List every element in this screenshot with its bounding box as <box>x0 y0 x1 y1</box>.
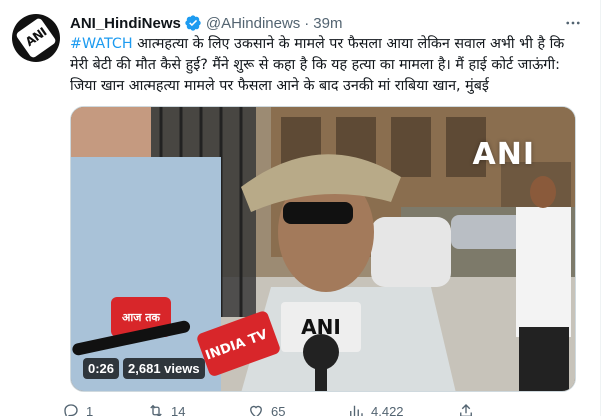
tweet-text: #WATCH आत्महत्या के लिए उकसाने के मामले … <box>70 34 580 97</box>
like-count: 65 <box>271 403 286 416</box>
share-icon <box>460 404 472 416</box>
view-count: 4,422 <box>371 403 404 416</box>
mic-label-ani: ANI <box>301 315 341 339</box>
tweet-card[interactable]: ANI ANI_HindiNews @AHindinews · 39m #WAT… <box>0 0 601 416</box>
ani-watermark: ANI <box>472 137 535 172</box>
retweet-button[interactable]: 14 <box>147 402 247 416</box>
verified-badge-icon <box>184 14 202 32</box>
tweet-header: ANI_HindiNews @AHindinews · 39m <box>70 12 588 34</box>
handle[interactable]: @AHindinews <box>206 15 300 32</box>
separator: · <box>304 14 310 32</box>
retweet-icon <box>150 404 162 416</box>
views-chart-icon <box>350 405 363 416</box>
ani-logo: ANI <box>15 17 57 59</box>
tweet-body: आत्महत्या के लिए उकसाने के मामले पर फैसल… <box>70 36 565 94</box>
reply-icon <box>64 404 78 416</box>
display-name[interactable]: ANI_HindiNews <box>70 15 181 32</box>
retweet-count: 14 <box>171 403 186 416</box>
reply-count: 1 <box>86 403 94 416</box>
avatar-text: ANI <box>22 24 50 50</box>
action-bar: 1 14 65 4,422 <box>62 402 522 416</box>
timestamp[interactable]: 39m <box>313 15 342 32</box>
video-badges: 0:26 2,681 views <box>83 358 205 379</box>
video-duration: 0:26 <box>83 358 120 379</box>
more-options-icon[interactable] <box>562 12 584 34</box>
like-button[interactable]: 65 <box>247 402 347 416</box>
avatar[interactable]: ANI <box>12 14 60 62</box>
reply-button[interactable]: 1 <box>62 402 147 416</box>
share-button[interactable] <box>457 402 475 416</box>
video-views: 2,681 views <box>123 358 205 379</box>
hashtag-link[interactable]: #WATCH <box>70 36 133 52</box>
mic-label-aaj-tak: आज तक <box>122 311 161 324</box>
views-button[interactable]: 4,422 <box>347 402 457 416</box>
video-player[interactable]: ANI INDIA TV आज तक ANI 0:26 2,681 views <box>70 106 576 392</box>
heart-icon <box>250 405 262 416</box>
